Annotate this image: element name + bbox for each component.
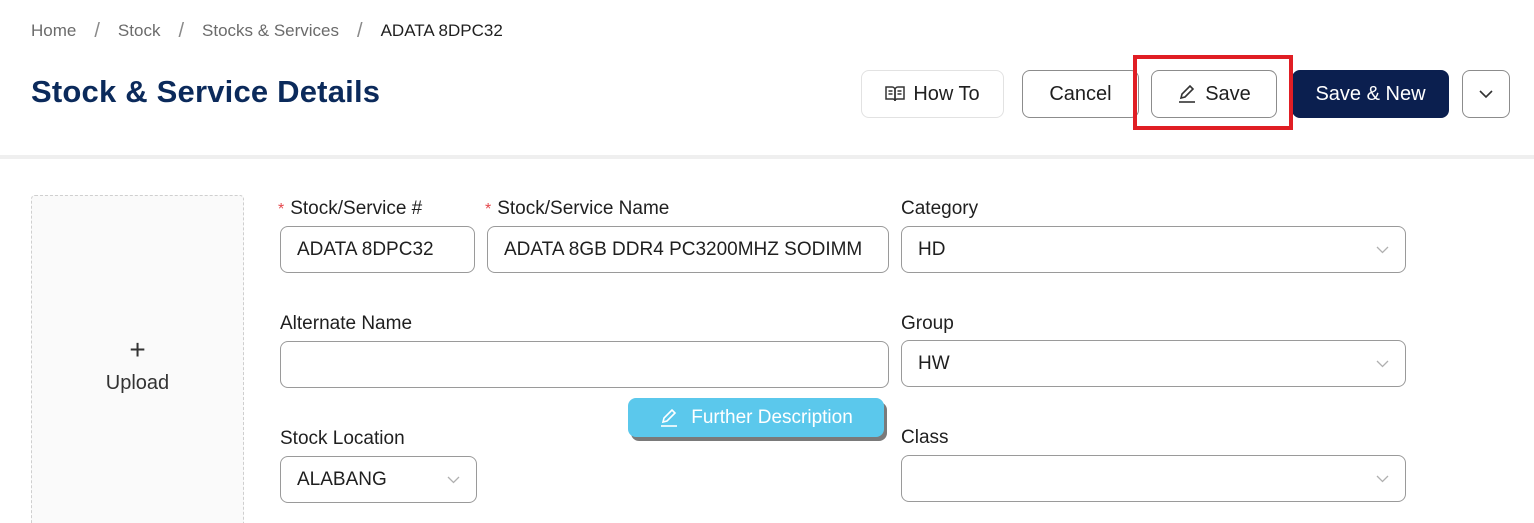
plus-icon: +	[129, 333, 146, 365]
stock-location-select[interactable]: ALABANG	[280, 456, 477, 503]
class-select[interactable]	[901, 455, 1406, 502]
header-divider	[0, 155, 1534, 159]
stock-location-label: Stock Location	[280, 428, 405, 449]
alternate-name-input[interactable]	[280, 341, 889, 388]
edit-pen-icon	[1177, 84, 1197, 104]
stock-number-value: ADATA 8DPC32	[297, 238, 434, 260]
chevron-down-icon	[1376, 475, 1389, 483]
stock-name-label-text: Stock/Service Name	[497, 198, 670, 219]
breadcrumb-separator: /	[178, 19, 185, 42]
group-value: HW	[918, 352, 950, 374]
save-label: Save	[1205, 82, 1251, 105]
further-description-button[interactable]: Further Description	[628, 398, 884, 437]
cancel-button[interactable]: Cancel	[1022, 70, 1139, 118]
category-label: Category	[901, 198, 979, 219]
required-marker: *	[485, 201, 492, 218]
how-to-label: How To	[913, 82, 980, 105]
stock-name-label: * Stock/Service Name	[485, 198, 669, 220]
save-button[interactable]: Save	[1151, 70, 1277, 118]
breadcrumb-stock[interactable]: Stock	[118, 21, 161, 41]
more-actions-button[interactable]	[1462, 70, 1510, 118]
page-title: Stock & Service Details	[31, 74, 381, 109]
breadcrumb: Home / Stock / Stocks & Services / ADATA…	[31, 20, 503, 42]
save-and-new-button[interactable]: Save & New	[1292, 70, 1449, 118]
category-select[interactable]: HD	[901, 226, 1406, 273]
stock-number-label-text: Stock/Service #	[290, 198, 423, 219]
breadcrumb-home[interactable]: Home	[31, 21, 76, 41]
stock-name-value: ADATA 8GB DDR4 PC3200MHZ SODIMM	[504, 238, 863, 260]
save-and-new-label: Save & New	[1315, 82, 1426, 105]
how-to-button[interactable]: How To	[861, 70, 1004, 118]
chevron-down-icon	[447, 476, 460, 484]
upload-label: Upload	[105, 371, 170, 394]
required-marker: *	[278, 201, 285, 218]
chevron-down-icon	[1376, 246, 1389, 254]
breadcrumb-separator: /	[94, 19, 100, 42]
cancel-label: Cancel	[1049, 82, 1112, 105]
chevron-down-icon	[1479, 89, 1493, 99]
group-select[interactable]: HW	[901, 340, 1406, 387]
breadcrumb-separator: /	[357, 19, 363, 42]
class-label: Class	[901, 427, 949, 448]
book-icon	[885, 85, 906, 103]
further-description-label: Further Description	[691, 406, 853, 428]
category-value: HD	[918, 238, 946, 260]
stock-name-input[interactable]: ADATA 8GB DDR4 PC3200MHZ SODIMM	[487, 226, 889, 273]
alternate-name-label: Alternate Name	[280, 313, 413, 334]
image-upload-area[interactable]: + Upload	[31, 195, 244, 523]
stock-number-input[interactable]: ADATA 8DPC32	[280, 226, 475, 273]
stock-number-label: * Stock/Service #	[278, 198, 422, 220]
breadcrumb-stocks-services[interactable]: Stocks & Services	[202, 21, 339, 41]
breadcrumb-current: ADATA 8DPC32	[380, 21, 503, 40]
chevron-down-icon	[1376, 360, 1389, 368]
edit-pen-icon	[659, 408, 679, 428]
group-label: Group	[901, 313, 954, 334]
stock-location-value: ALABANG	[297, 468, 387, 490]
